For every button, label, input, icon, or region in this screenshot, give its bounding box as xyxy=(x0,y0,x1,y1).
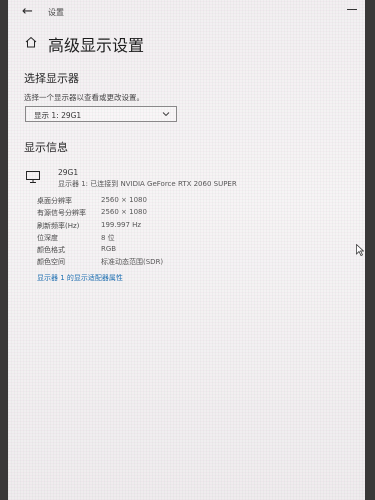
select-display-heading: 选择显示器 xyxy=(24,72,79,85)
monitor-icon xyxy=(26,171,40,183)
display-select-dropdown[interactable]: 显示 1: 29G1 xyxy=(25,106,177,122)
mouse-cursor-icon xyxy=(356,244,364,256)
info-label: 桌面分辨率 xyxy=(37,197,72,205)
monitor-name: 29G1 xyxy=(58,168,79,177)
dropdown-selected-value: 显示 1: 29G1 xyxy=(34,111,82,120)
minimize-icon[interactable] xyxy=(347,9,357,10)
info-value: 2560 × 1080 xyxy=(101,196,147,204)
title-bar: ← 设置 xyxy=(8,0,365,24)
info-label: 刷新频率(Hz) xyxy=(37,221,80,230)
chevron-down-icon xyxy=(162,112,170,117)
app-title: 设置 xyxy=(48,8,64,17)
info-value: 8 位 xyxy=(101,233,115,242)
select-display-instruction: 选择一个显示器以查看或更改设置。 xyxy=(24,93,144,102)
page-title: 高级显示设置 xyxy=(48,36,145,55)
info-value: RGB xyxy=(101,245,117,254)
info-label: 颜色空间 xyxy=(37,258,65,267)
info-value: 标准动态范围(SDR) xyxy=(101,258,164,267)
home-icon[interactable] xyxy=(24,35,38,49)
display-adapter-properties-link[interactable]: 显示器 1 的显示适配器属性 xyxy=(37,273,123,283)
info-label: 颜色格式 xyxy=(37,246,65,255)
info-label: 有源信号分辨率 xyxy=(37,209,86,218)
monitor-description: 显示器 1: 已连接到 NVIDIA GeForce RTX 2060 SUPE… xyxy=(58,180,237,188)
info-label: 位深度 xyxy=(37,233,58,242)
info-value: 199.997 Hz xyxy=(101,220,142,229)
info-value: 2560 × 1080 xyxy=(101,208,147,217)
display-info-heading: 显示信息 xyxy=(24,141,68,154)
back-arrow-icon[interactable]: ← xyxy=(22,5,38,19)
settings-window: ← 设置 高级显示设置 选择显示器 选择一个显示器以查看或更改设置。 显示 1:… xyxy=(8,0,365,500)
